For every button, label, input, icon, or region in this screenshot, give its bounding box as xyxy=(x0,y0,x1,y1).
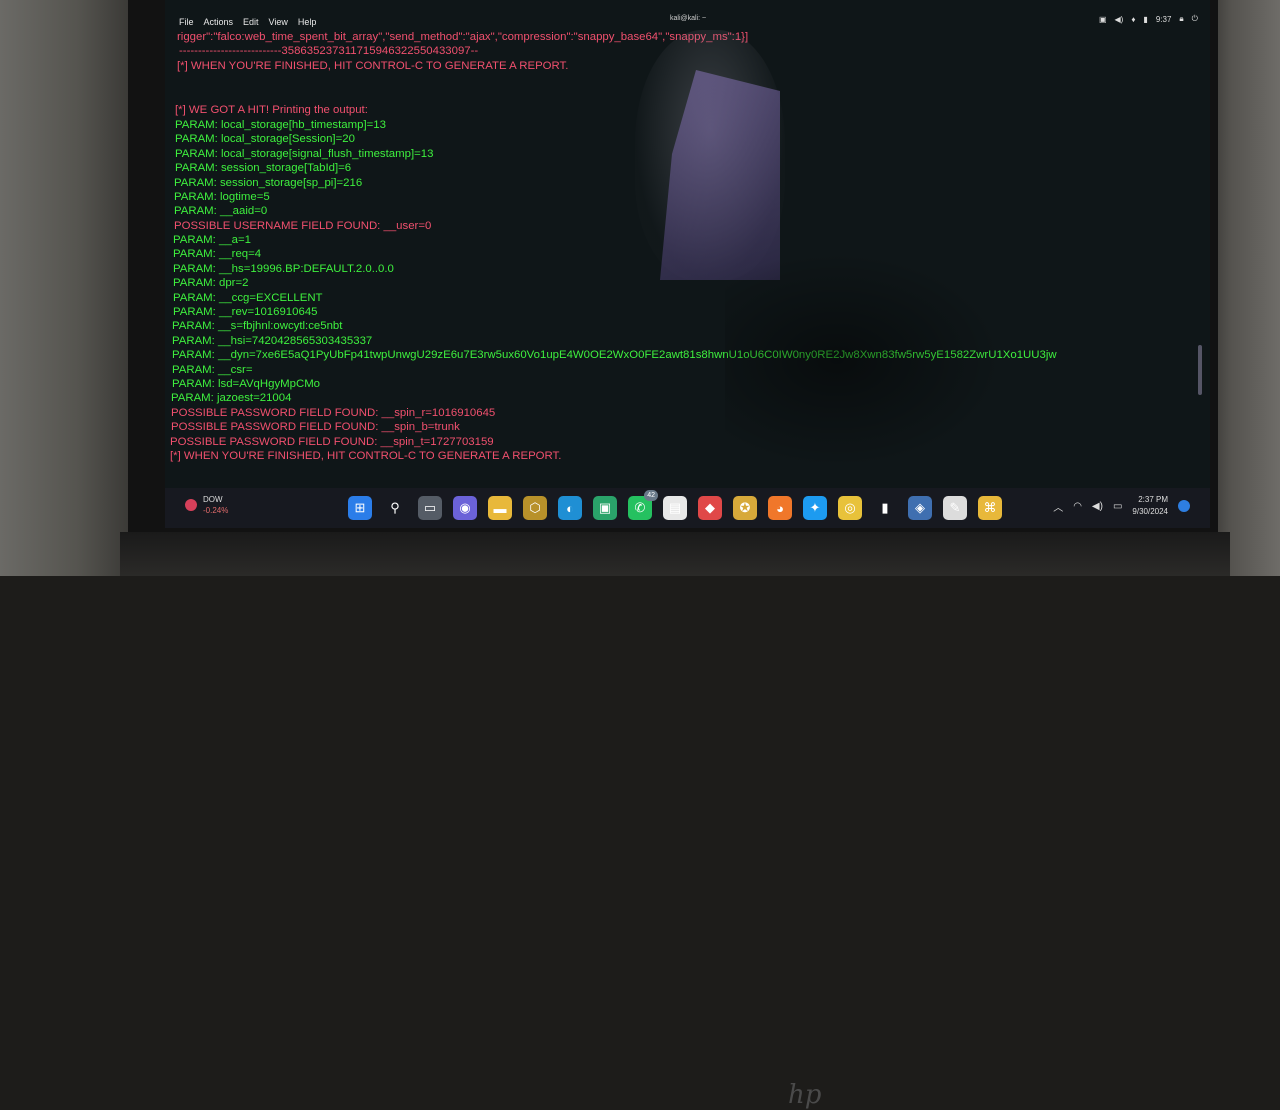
terminal-line: PARAM: __hs=19996.BP:DEFAULT.2.0..0.0 xyxy=(173,263,394,275)
terminal-line: PARAM: __s=fbjhnl:owcytl:ce5nbt xyxy=(172,320,343,332)
chat-icon[interactable]: ◉ xyxy=(453,496,477,520)
terminal-line: POSSIBLE USERNAME FIELD FOUND: __user=0 xyxy=(174,220,432,232)
medal-icon[interactable]: ✪ xyxy=(733,496,757,520)
meet-icon[interactable]: ▣ xyxy=(593,496,617,520)
clock-time: 2:37 PM xyxy=(1138,495,1168,504)
edge-icon[interactable]: ◐ xyxy=(558,496,582,520)
terminal-line: PARAM: local_storage[signal_flush_timest… xyxy=(175,148,434,160)
terminal-line: PARAM: lsd=AVqHgyMpCMo xyxy=(172,378,321,390)
start-icon[interactable]: ⊞ xyxy=(348,496,372,520)
clock-date: 9/30/2024 xyxy=(1132,507,1168,516)
menu-actions[interactable]: Actions xyxy=(204,17,234,27)
terminal-line: [*] WE GOT A HIT! Printing the output: xyxy=(175,104,368,116)
monitor-icon[interactable]: ▣ xyxy=(1099,15,1107,24)
windows-taskbar: DOW -0.24% ⊞ ⚲ ▭ ◉ ▬ ⬡ ◐ ▣ ✆ 42 ▤ ◆ ✪ ◕ ✦ ◎ ▮ ◈ ✎ ⌘ ︿ ◠ ◀) … xyxy=(165,488,1210,528)
menu-help[interactable]: Help xyxy=(298,17,317,27)
chrome-icon[interactable]: ◎ xyxy=(838,496,862,520)
notification-icon[interactable] xyxy=(1178,500,1190,512)
clipboard-icon[interactable]: ▤ xyxy=(663,496,687,520)
search-icon[interactable]: ⚲ xyxy=(383,496,407,520)
terminal-line: POSSIBLE PASSWORD FIELD FOUND: __spin_r=… xyxy=(171,407,496,419)
hp-logo: hp xyxy=(788,1080,822,1110)
terminal-window-title: kali@kali: ~ xyxy=(670,15,707,22)
terminal-line: PARAM: __rev=1016910645 xyxy=(173,306,318,318)
task-view-icon[interactable]: ▭ xyxy=(418,496,442,520)
pen-icon[interactable]: ✎ xyxy=(943,496,967,520)
box-icon[interactable]: ◈ xyxy=(908,496,932,520)
volume-icon[interactable]: ◀) xyxy=(1115,15,1124,24)
stock-indicator-icon xyxy=(185,499,197,511)
topbar-clock: 9:37 xyxy=(1155,14,1172,24)
background-wall-right xyxy=(1210,0,1280,576)
laptop-chin: hp xyxy=(120,532,1230,1110)
terminal-line: PARAM: jazoest=21004 xyxy=(171,392,292,404)
background-wall-left xyxy=(0,0,130,576)
battery-icon[interactable]: ▮ xyxy=(1143,15,1147,24)
chevron-up-icon[interactable]: ︿ xyxy=(1053,499,1063,514)
stock-name: DOW xyxy=(203,495,223,504)
terminal-line: PARAM: local_storage[hb_timestamp]=13 xyxy=(175,119,386,131)
terminal-line: [*] WHEN YOU'RE FINISHED, HIT CONTROL-C … xyxy=(177,60,569,72)
terminal-line: PARAM: session_storage[sp_pi]=216 xyxy=(174,177,363,189)
terminal-line: POSSIBLE PASSWORD FIELD FOUND: __spin_b=… xyxy=(171,421,460,433)
system-tray: ︿ ◠ ◀) ▭ 2:37 PM 9/30/2024 xyxy=(1053,494,1190,518)
firefox-icon[interactable]: ◕ xyxy=(768,496,792,520)
terminal-line: rigger":"falco:web_time_spent_bit_array"… xyxy=(177,31,749,43)
terminal-line: PARAM: dpr=2 xyxy=(173,277,249,289)
stock-widget[interactable]: DOW -0.24% xyxy=(185,494,228,516)
menu-file[interactable]: File xyxy=(179,17,194,27)
kali-icon[interactable]: ⌘ xyxy=(978,496,1002,520)
twitter-icon[interactable]: ✦ xyxy=(803,496,827,520)
stock-change: -0.24% xyxy=(203,506,229,515)
menu-view[interactable]: View xyxy=(269,17,288,27)
wifi-icon[interactable]: ◠ xyxy=(1073,501,1082,512)
terminal-line: PARAM: logtime=5 xyxy=(174,191,270,203)
terminal-output[interactable]: rigger":"falco:web_time_spent_bit_array"… xyxy=(165,30,1210,470)
menu-edit[interactable]: Edit xyxy=(243,17,259,27)
kali-tray: ▣ ◀) ♦ ▮ 9:37 🔒︎ ⏻ xyxy=(1099,14,1198,24)
signal-bars-icon[interactable]: ▮ xyxy=(873,496,897,520)
lock-icon[interactable]: 🔒︎ xyxy=(1179,14,1183,24)
terminal-line: PARAM: __csr= xyxy=(172,364,253,376)
taskbar-clock[interactable]: 2:37 PM 9/30/2024 xyxy=(1132,494,1168,518)
terminal-line: PARAM: __aaid=0 xyxy=(174,205,268,217)
terminal-line: POSSIBLE PASSWORD FIELD FOUND: __spin_t=… xyxy=(170,436,494,448)
terminal-scrollbar[interactable] xyxy=(1198,345,1202,395)
terminal-line: PARAM: __dyn=7xe6E5aQ1PyUbFp41twpUnwgU29… xyxy=(172,349,1057,361)
speaker-icon[interactable]: ◀) xyxy=(1092,501,1103,512)
whatsapp-icon[interactable]: ✆ 42 xyxy=(628,490,658,520)
battery-tray-icon[interactable]: ▭ xyxy=(1113,501,1122,512)
notification-badge: 42 xyxy=(644,490,658,501)
file-explorer-icon[interactable]: ▬ xyxy=(488,496,512,520)
terminal-line: PARAM: session_storage[TabId]=6 xyxy=(175,162,352,174)
power-icon[interactable]: ⏻ xyxy=(1192,14,1198,24)
terminal-line: ---------------------------3586352373117… xyxy=(179,45,479,57)
kali-top-panel: File Actions Edit View Help kali@kali: ~… xyxy=(165,12,1210,32)
terminal-line: PARAM: __req=4 xyxy=(173,248,262,260)
notification-bell-icon[interactable]: ♦ xyxy=(1131,15,1135,24)
terminal-line: PARAM: __hsi=7420428565303435337 xyxy=(172,335,373,347)
app-red-icon[interactable]: ◆ xyxy=(698,496,722,520)
terminal-line: PARAM: local_storage[Session]=20 xyxy=(175,133,355,145)
terminal-line: PARAM: __a=1 xyxy=(173,234,251,246)
app-hex-icon[interactable]: ⬡ xyxy=(523,496,547,520)
taskbar-apps: ⊞ ⚲ ▭ ◉ ▬ ⬡ ◐ ▣ ✆ 42 ▤ ◆ ✪ ◕ ✦ ◎ ▮ ◈ ✎ ⌘ xyxy=(348,490,1002,520)
terminal-line: [*] WHEN YOU'RE FINISHED, HIT CONTROL-C … xyxy=(170,450,562,462)
laptop-screen: File Actions Edit View Help kali@kali: ~… xyxy=(165,0,1210,528)
terminal-line: PARAM: __ccg=EXCELLENT xyxy=(173,292,323,304)
